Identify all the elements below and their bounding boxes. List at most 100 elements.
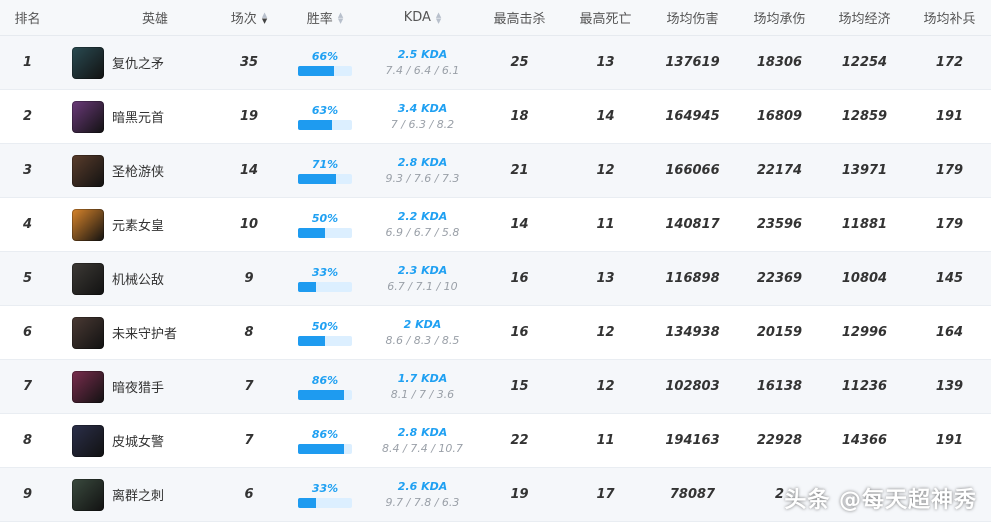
- avg-taken-cell: 18306: [737, 36, 822, 89]
- kda-cell: 2.5 KDA 7.4 / 6.4 / 6.1: [370, 36, 475, 89]
- max-death-value: 12: [596, 325, 615, 340]
- max-kill-cell: 18: [482, 90, 557, 143]
- winrate-bar-fill: [298, 497, 316, 508]
- winrate-cell: 50%: [290, 198, 360, 251]
- rank-cell: 4: [0, 198, 55, 251]
- avg-damage-value: 78087: [669, 487, 716, 502]
- avg-damage-cell: 194163: [650, 414, 735, 467]
- hero-name[interactable]: 暗黑元首: [112, 107, 164, 126]
- avg-cs-cell: 145: [908, 252, 991, 305]
- avg-taken-cell: 16138: [737, 360, 822, 413]
- winrate-bar-fill: [298, 281, 316, 292]
- games-value: 7: [244, 433, 254, 448]
- avg-cs-value: 191: [935, 433, 964, 448]
- kda-detail: 9.7 / 7.8 / 6.3: [385, 496, 460, 509]
- kda-cell: 2.2 KDA 6.9 / 6.7 / 5.8: [370, 198, 475, 251]
- kda-detail: 8.4 / 7.4 / 10.7: [382, 442, 463, 455]
- hero-name[interactable]: 复仇之矛: [112, 53, 164, 72]
- games-cell: 9: [215, 252, 283, 305]
- avg-cs-cell: 139: [908, 360, 991, 413]
- winrate-cell: 66%: [290, 36, 360, 89]
- avg-cs-value: 191: [935, 109, 964, 124]
- table-row[interactable]: 1 复仇之矛 35 66% 2.5 KDA 7.4 / 6.4 / 6.1 25 13 1376…: [0, 36, 991, 90]
- hero-name[interactable]: 未来守护者: [112, 323, 177, 342]
- hero-avatar: [72, 262, 104, 295]
- header-avg-cs-label: 场均补兵: [923, 12, 976, 27]
- rank-value: 5: [22, 271, 33, 286]
- kda-value: 1.7 KDA: [397, 372, 448, 385]
- header-avg-taken[interactable]: 场均承伤: [737, 0, 822, 35]
- header-avg-cs[interactable]: 场均补兵: [908, 0, 991, 35]
- header-max-death-label: 最高死亡: [579, 12, 632, 27]
- avg-damage-value: 102803: [665, 379, 720, 394]
- rank-cell: 9: [0, 468, 55, 521]
- hero-name[interactable]: 机械公敌: [112, 269, 164, 288]
- avg-damage-value: 166066: [665, 163, 720, 178]
- hero-name[interactable]: 离群之刺: [112, 485, 164, 504]
- avg-damage-value: 134938: [665, 325, 720, 340]
- kda-cell: 1.7 KDA 8.1 / 7 / 3.6: [370, 360, 475, 413]
- table-row[interactable]: 4 元素女皇 10 50% 2.2 KDA 6.9 / 6.7 / 5.8 14 11 1408…: [0, 198, 991, 252]
- rank-value: 9: [22, 487, 33, 502]
- header-avg-gold-label: 场均经济: [838, 12, 891, 27]
- max-death-cell: 11: [568, 198, 643, 251]
- header-winrate-label: 胜率: [306, 12, 333, 27]
- avg-taken-value: 22928: [756, 433, 803, 448]
- table-row[interactable]: 7 暗夜猎手 7 86% 1.7 KDA 8.1 / 7 / 3.6 15 12 102803 1…: [0, 360, 991, 414]
- max-death-cell: 14: [568, 90, 643, 143]
- avg-gold-cell: 10804: [822, 252, 907, 305]
- avg-gold-value: 14366: [841, 433, 888, 448]
- header-kda[interactable]: KDA ▲ ▼: [370, 0, 475, 35]
- games-cell: 10: [215, 198, 283, 251]
- avg-damage-value: 137619: [665, 55, 720, 70]
- avg-damage-cell: 140817: [650, 198, 735, 251]
- header-avg-gold[interactable]: 场均经济: [822, 0, 907, 35]
- table-row[interactable]: 2 暗黑元首 19 63% 3.4 KDA 7 / 6.3 / 8.2 18 14 164945…: [0, 90, 991, 144]
- header-avg-damage[interactable]: 场均伤害: [650, 0, 735, 35]
- max-death-cell: 13: [568, 252, 643, 305]
- max-death-value: 11: [596, 217, 615, 232]
- table-row[interactable]: 6 未来守护者 8 50% 2 KDA 8.6 / 8.3 / 8.5 16 12 134938…: [0, 306, 991, 360]
- kda-cell: 2.8 KDA 8.4 / 7.4 / 10.7: [370, 414, 475, 467]
- avg-cs-cell: 164: [908, 306, 991, 359]
- table-row[interactable]: 5 机械公敌 9 33% 2.3 KDA 6.7 / 7.1 / 10 16 13 116898…: [0, 252, 991, 306]
- header-games-label: 场次: [230, 12, 257, 27]
- max-kill-cell: 16: [482, 306, 557, 359]
- winrate-cell: 50%: [290, 306, 360, 359]
- games-value: 7: [244, 379, 254, 394]
- avg-gold-cell: 11236: [822, 360, 907, 413]
- avg-gold-cell: 13971: [822, 144, 907, 197]
- winrate-cell: 33%: [290, 252, 360, 305]
- kda-value: 3.4 KDA: [397, 102, 448, 115]
- hero-avatar: [72, 478, 104, 511]
- table-row[interactable]: 8 皮城女警 7 86% 2.8 KDA 8.4 / 7.4 / 10.7 22 11 1941…: [0, 414, 991, 468]
- games-value: 6: [244, 487, 254, 502]
- avg-cs-cell: 191: [908, 90, 991, 143]
- winrate-cell: 63%: [290, 90, 360, 143]
- max-kill-value: 15: [510, 379, 529, 394]
- hero-name[interactable]: 元素女皇: [112, 215, 164, 234]
- winrate-value: 63%: [311, 103, 339, 117]
- header-winrate[interactable]: 胜率 ▲ ▼: [290, 0, 360, 35]
- winrate-bar: [298, 173, 352, 184]
- header-games[interactable]: 场次 ▲ ▼: [215, 0, 283, 35]
- table-row[interactable]: 3 圣枪游侠 14 71% 2.8 KDA 9.3 / 7.6 / 7.3 21 12 1660…: [0, 144, 991, 198]
- hero-name[interactable]: 暗夜猎手: [112, 377, 164, 396]
- hero-avatar: [72, 100, 104, 133]
- games-value: 9: [244, 271, 254, 286]
- max-death-value: 13: [596, 55, 615, 70]
- header-max-kill[interactable]: 最高击杀: [482, 0, 557, 35]
- avg-damage-cell: 78087: [650, 468, 735, 521]
- kda-cell: 3.4 KDA 7 / 6.3 / 8.2: [370, 90, 475, 143]
- header-kda-label: KDA: [403, 10, 431, 25]
- avg-cs-value: 145: [935, 271, 964, 286]
- winrate-bar: [298, 281, 352, 292]
- sort-icon: ▲ ▼: [435, 10, 442, 25]
- rank-value: 7: [22, 379, 33, 394]
- hero-name[interactable]: 皮城女警: [112, 431, 164, 450]
- header-max-death[interactable]: 最高死亡: [568, 0, 643, 35]
- games-cell: 7: [215, 360, 283, 413]
- hero-name[interactable]: 圣枪游侠: [112, 161, 164, 180]
- max-death-value: 14: [596, 109, 615, 124]
- avg-cs-value: 139: [935, 379, 964, 394]
